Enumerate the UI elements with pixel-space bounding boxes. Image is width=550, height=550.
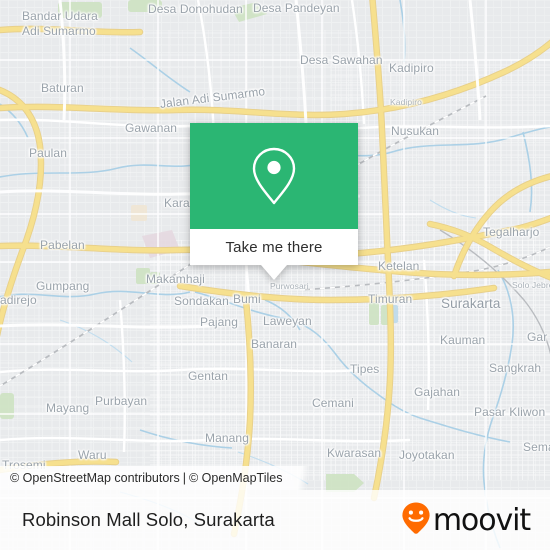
moovit-logo[interactable]: moovit (401, 501, 531, 540)
attribution-separator: | (182, 471, 186, 485)
take-me-there-label: Take me there (225, 238, 323, 256)
take-me-there-button[interactable]: Take me there (190, 229, 358, 280)
map-pin-icon (250, 145, 298, 207)
callout-header (190, 123, 358, 229)
callout-pointer-tail (261, 265, 287, 280)
footer-bar: Robinson Mall Solo, Surakarta moovit (0, 490, 550, 550)
location-callout-card[interactable]: Take me there (190, 123, 358, 280)
attribution-openmaptiles[interactable]: © OpenMapTiles (189, 471, 283, 485)
map-screenshot: Bandar Udara Adi Sumarmo Desa Donohudan Des… (0, 0, 550, 550)
attribution-osm[interactable]: © OpenStreetMap contributors (10, 471, 180, 485)
moovit-wordmark: moovit (432, 503, 531, 538)
map-attribution: © OpenStreetMap contributors | © OpenMap… (0, 466, 313, 490)
attribution-fade-edge (294, 466, 313, 490)
place-title: Robinson Mall Solo, Surakarta (22, 509, 275, 530)
moovit-smiley-pin-icon (401, 501, 431, 540)
